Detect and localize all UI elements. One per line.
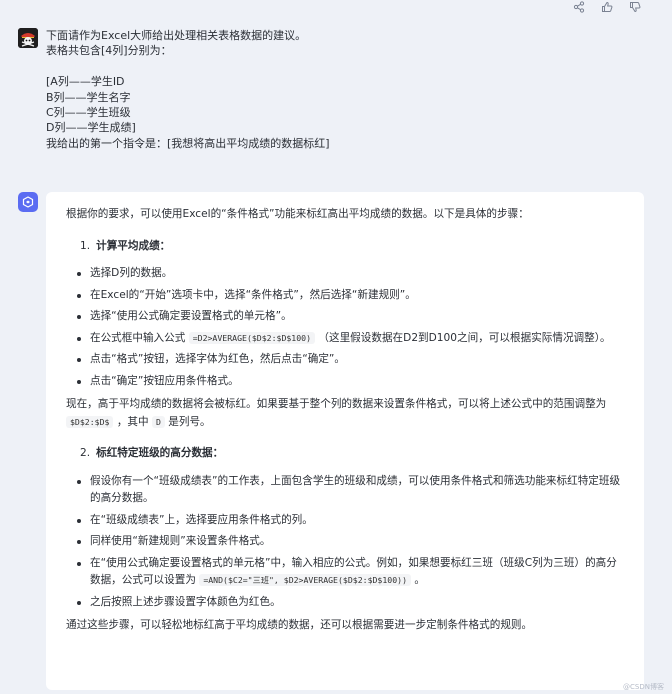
list-item: 在Excel的“开始”选项卡中，选择“条件格式”，然后选择“新建规则”。 [66,287,624,305]
section-heading: 1. 计算平均成绩： [80,238,624,256]
step-list: 假设你有一个“班级成绩表”的工作表，上面包含学生的班级和成绩，可以使用条件格式和… [66,473,624,612]
thumbs-up-icon[interactable] [600,0,614,14]
user-line: 下面请作为Excel大师给出处理相关表格数据的建议。 [46,29,307,42]
message-toolbar [572,0,642,14]
section-title: 标红特定班级的高分数据： [96,447,224,459]
user-line-blank [46,59,330,74]
inline-code: =D2>AVERAGE($D$2:$D$100) [188,331,316,344]
user-message: 下面请作为Excel大师给出处理相关表格数据的建议。 表格共包含[4列]分别为：… [18,28,658,151]
thumbs-down-icon[interactable] [628,0,642,14]
watermark: @CSDN博客 [623,683,664,691]
user-line: C列——学生班级 [46,106,131,120]
list-item: 在“使用公式确定要设置格式的单元格”中，输入相应的公式。例如，如果想要标红三班（… [66,555,624,590]
section-number: 2. [80,447,91,459]
user-line: B列——学生名字 [46,90,131,104]
user-line: 表格共包含[4列]分别为： [46,44,172,58]
paragraph-text: 是列号。 [168,415,211,428]
step-list: 选择D列的数据。 在Excel的“开始”选项卡中，选择“条件格式”，然后选择“新… [66,265,624,390]
user-avatar [18,28,38,48]
reply-outro: 通过这些步骤，可以轻松地标红高于平均成绩的数据，还可以根据需要进一步定制条件格式… [66,619,533,631]
list-item: 选择D列的数据。 [66,265,624,283]
inline-code: =AND($C2="三班", $D2>AVERAGE($D$2:$D$100)) [199,574,412,586]
list-item: 点击“确定”按钮应用条件格式。 [66,373,624,391]
list-item: 假设你有一个“班级成绩表”的工作表，上面包含学生的班级和成绩，可以使用条件格式和… [66,473,624,508]
user-line: [A列——学生ID [46,75,125,89]
section-title: 计算平均成绩： [96,239,171,252]
user-line: D列——学生成绩] [46,121,136,135]
list-item: 同样使用“新建规则”来设置条件格式。 [66,533,624,551]
formula-tail-text: 。 [414,574,425,586]
list-item: 点击“格式”按钮，选择字体为红色，然后点击“确定”。 [66,351,624,369]
inline-code: $D$2:$D$ [66,415,114,428]
section-heading: 2. 标红特定班级的高分数据： [80,445,624,463]
share-icon[interactable] [572,0,586,14]
list-item: 之后按照上述步骤设置字体颜色为红色。 [66,594,624,612]
reply-paragraph: 现在，高于平均成绩的数据将会被标红。如果要基于整个列的数据来设置条件格式，可以将… [66,396,624,431]
formula-tail-text: （这里假设数据在D2到D100之间，可以根据实际情况调整）。 [318,331,611,344]
list-item: 在“班级成绩表”上，选择要应用条件格式的列。 [66,512,624,530]
paragraph-text: ，其中 [116,415,149,428]
assistant-avatar-icon [18,192,38,212]
paragraph-text: 现在，高于平均成绩的数据将会被标红。如果要基于整个列的数据来设置条件格式，可以将… [66,398,607,410]
list-item: 选择“使用公式确定要设置格式的单元格”。 [66,308,624,326]
list-item: 在公式框中输入公式 =D2>AVERAGE($D$2:$D$100) （这里假设… [66,330,624,348]
formula-lead-text: 在公式框中输入公式 [90,331,186,344]
section-number: 1. [80,239,91,252]
reply-intro: 根据你的要求，可以使用Excel的“条件格式”功能来标红高出平均成绩的数据。以下… [66,208,529,220]
user-message-text: 下面请作为Excel大师给出处理相关表格数据的建议。 表格共包含[4列]分别为：… [46,28,330,151]
user-line: 我给出的第一个指令是：[我想将高出平均成绩的数据标红] [46,136,330,150]
inline-code: D [151,415,165,428]
assistant-reply: 根据你的要求，可以使用Excel的“条件格式”功能来标红高出平均成绩的数据。以下… [46,192,644,690]
